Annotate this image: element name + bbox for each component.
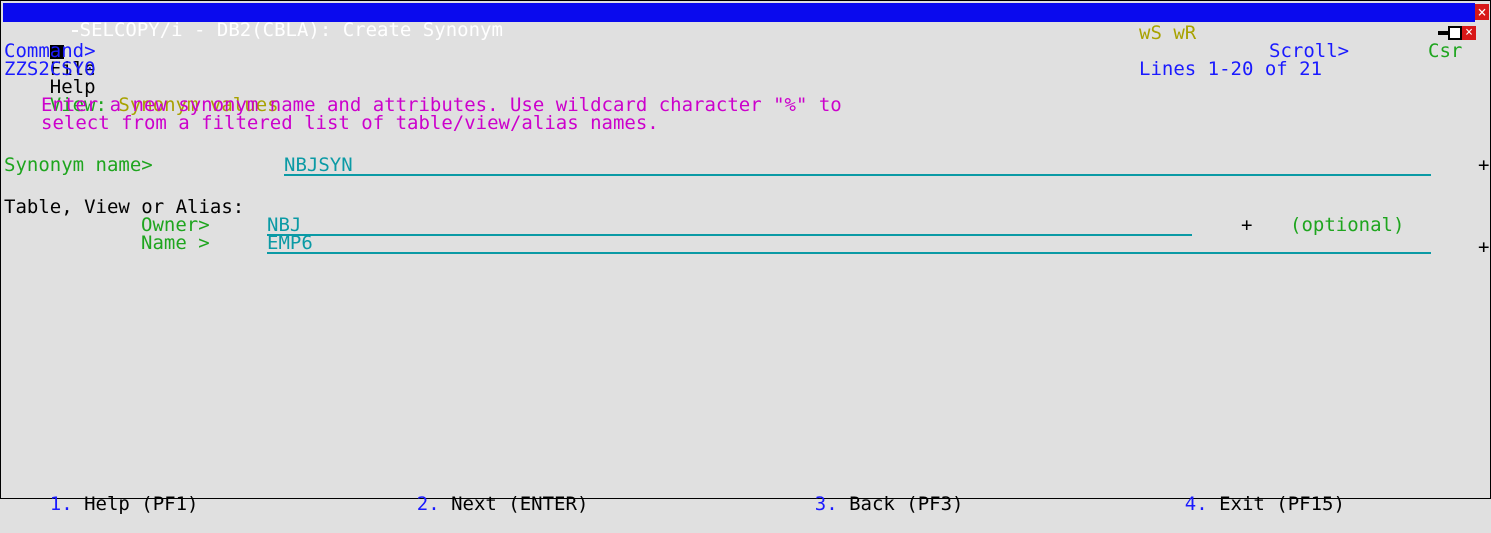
- title-bar: SELCOPY/i - DB2(CBLA): Create Synonym: [3, 3, 1475, 40]
- owner-prompt-plus[interactable]: +: [1241, 216, 1252, 235]
- command-input[interactable]: [91, 42, 1241, 60]
- pf-key-next[interactable]: 2. Next (ENTER): [371, 477, 589, 531]
- close-icon[interactable]: ×: [1475, 4, 1489, 20]
- terminal-window: SELCOPY/i - DB2(CBLA): Create Synonym × …: [0, 0, 1491, 514]
- scroll-value[interactable]: Csr: [1428, 42, 1462, 61]
- synonym-prompt-plus[interactable]: +: [1478, 156, 1489, 175]
- instruction-line-2: select from a filtered list of table/vie…: [41, 112, 659, 134]
- pf-key-label: Back (PF3): [849, 493, 964, 515]
- pf-key-label: Help (PF1): [84, 493, 199, 515]
- pf-key-number: 2.: [416, 493, 440, 515]
- name-label: Name >: [141, 232, 210, 254]
- maximize-icon[interactable]: [1448, 26, 1462, 40]
- name-input[interactable]: EMP6: [267, 234, 1431, 254]
- window-title: SELCOPY/i - DB2(CBLA): Create Synonym: [79, 19, 503, 41]
- pf-key-number: 4.: [1184, 493, 1208, 515]
- synonym-name-input[interactable]: NBJSYN: [284, 156, 1431, 176]
- pf-key-label: Next (ENTER): [451, 493, 589, 515]
- lines-indicator: Lines 1-20 of 21: [1139, 58, 1323, 80]
- pf-key-number: 1.: [49, 493, 73, 515]
- pf-key-help[interactable]: 1. Help (PF1): [4, 477, 199, 531]
- pf-key-exit[interactable]: 4. Exit (PF15): [1139, 477, 1345, 531]
- window-controls: ×: [1438, 26, 1476, 40]
- panel-id: ZZS2CSY0: [4, 58, 96, 80]
- status-indicators: wS wR: [1139, 22, 1197, 44]
- pf-key-number: 3.: [814, 493, 838, 515]
- close-window-icon[interactable]: ×: [1462, 26, 1476, 40]
- minimize-icon[interactable]: [1438, 31, 1448, 35]
- pf-key-back[interactable]: 3. Back (PF3): [769, 477, 964, 531]
- name-prompt-plus[interactable]: +: [1478, 238, 1489, 257]
- pf-key-label: Exit (PF15): [1219, 493, 1345, 515]
- owner-input[interactable]: NBJ: [267, 216, 1192, 236]
- synonym-name-label: Synonym name>: [4, 154, 153, 176]
- owner-optional-note: (optional): [1290, 214, 1405, 236]
